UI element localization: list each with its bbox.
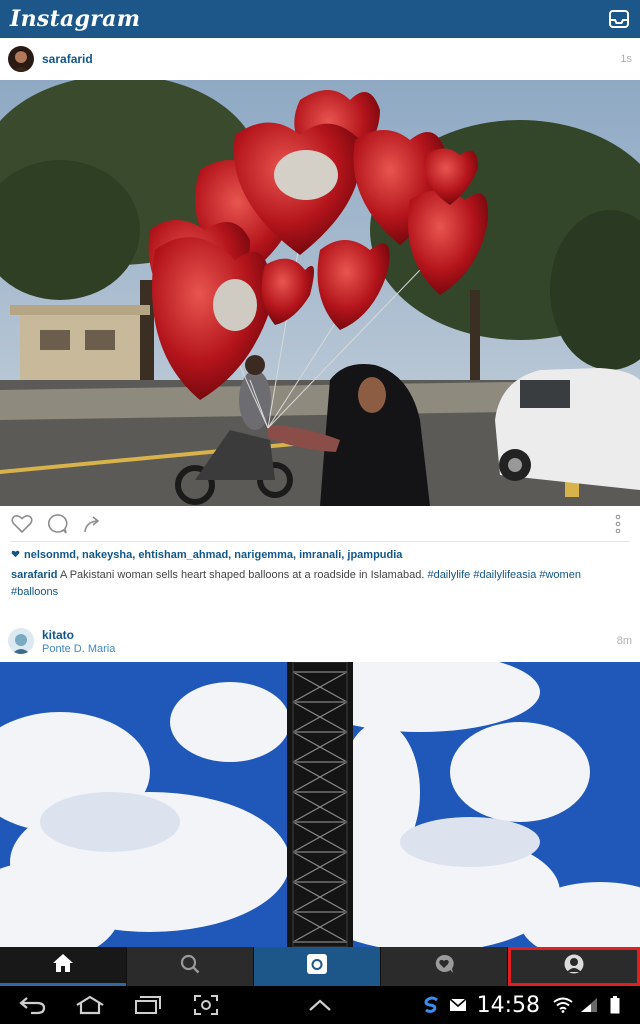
home-button-icon[interactable]: [72, 991, 108, 1019]
actions-divider: [10, 541, 630, 542]
more-vertical-icon[interactable]: [606, 512, 630, 536]
post-timestamp: 8m: [616, 635, 632, 647]
camera-icon: [306, 953, 328, 980]
post-username[interactable]: kitato: [42, 628, 115, 642]
hashtag[interactable]: #dailylifeasia: [473, 569, 536, 581]
hashtag[interactable]: #balloons: [11, 586, 58, 598]
status-clock: 14:58: [476, 992, 540, 1018]
instagram-logo: Instagram: [10, 6, 141, 32]
heart-filled-icon: [11, 549, 20, 561]
back-icon[interactable]: [14, 991, 50, 1019]
tab-activity[interactable]: [381, 947, 507, 986]
wifi-icon: [552, 994, 574, 1016]
post-photo-tower[interactable]: [0, 662, 640, 947]
post-header: kitato Ponte D. Maria 8m: [0, 620, 640, 662]
search-icon: [180, 954, 200, 979]
caption-text: A Pakistani woman sells heart shaped bal…: [59, 569, 425, 581]
mail-icon: [447, 994, 469, 1016]
post-likes: nelsonmd, nakeysha, ehtisham_ahmad, nari…: [11, 549, 631, 561]
tab-home[interactable]: [0, 947, 126, 986]
post-location[interactable]: Ponte D. Maria: [42, 643, 115, 655]
post-caption: sarafarid A Pakistani woman sells heart …: [11, 567, 623, 601]
tab-profile[interactable]: [508, 947, 640, 986]
avatar[interactable]: [8, 628, 34, 654]
bottom-tab-bar: [0, 947, 640, 986]
post-username[interactable]: sarafarid: [42, 52, 93, 66]
share-arrow-icon[interactable]: [80, 512, 104, 536]
heart-outline-icon[interactable]: [10, 512, 34, 536]
tab-search[interactable]: [127, 947, 253, 986]
status-area: 14:58: [417, 993, 626, 1018]
tab-camera[interactable]: [254, 947, 380, 986]
avatar[interactable]: [8, 46, 34, 72]
home-icon: [52, 953, 74, 978]
system-nav-bar: 14:58: [0, 986, 640, 1024]
post-actions: [0, 506, 640, 542]
profile-avatar-icon: [564, 954, 584, 979]
screenshot-icon[interactable]: [188, 991, 224, 1019]
recent-apps-icon[interactable]: [130, 991, 166, 1019]
battery-icon: [604, 994, 626, 1016]
post-header: sarafarid 1s: [0, 38, 640, 80]
post-photo-balloons[interactable]: [0, 80, 640, 506]
app-header: Instagram: [0, 0, 640, 38]
inbox-icon[interactable]: [608, 8, 630, 30]
sync-s-icon: [421, 994, 443, 1016]
signal-icon: [578, 994, 600, 1016]
post-timestamp: 1s: [620, 53, 632, 65]
caption-username[interactable]: sarafarid: [11, 569, 57, 581]
hashtag[interactable]: #dailylife: [427, 569, 470, 581]
hashtag[interactable]: #women: [539, 569, 581, 581]
comment-icon[interactable]: [45, 512, 69, 536]
activity-heart-bubble-icon: [433, 953, 455, 980]
instagram-app: Instagram sarafarid 1s nelsonmd, nakeysh…: [0, 0, 640, 1024]
chevron-up-icon[interactable]: [302, 991, 338, 1019]
likes-usernames[interactable]: nelsonmd, nakeysha, ehtisham_ahmad, nari…: [24, 549, 402, 561]
